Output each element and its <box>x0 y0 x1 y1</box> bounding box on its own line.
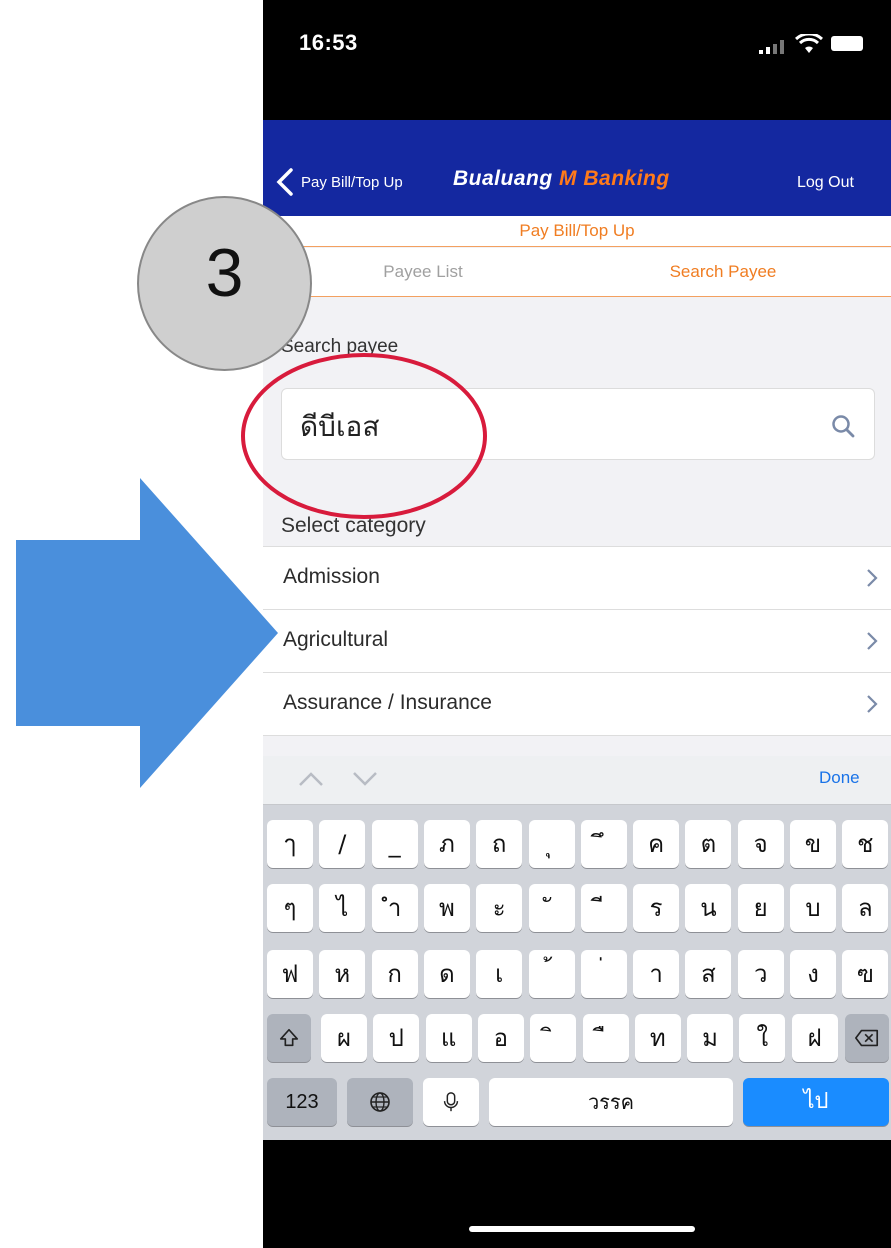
go-key[interactable]: ไป <box>743 1078 889 1126</box>
key-row4-0[interactable]: ผ <box>321 1014 367 1062</box>
key-row2-9[interactable]: ย <box>737 884 784 932</box>
logo-text-bualuang: Bualuang <box>453 167 560 190</box>
chevron-right-icon <box>867 632 878 650</box>
key-row3-7[interactable]: า <box>633 950 680 998</box>
step-number: 3 <box>205 235 244 311</box>
backspace-key[interactable] <box>845 1014 889 1062</box>
chevron-right-icon <box>867 695 878 713</box>
status-time: 16:53 <box>299 30 358 55</box>
page-title: Pay Bill/Top Up <box>263 216 891 247</box>
key-row4-9[interactable]: ฝ <box>791 1014 838 1062</box>
key-row1-10[interactable]: ข <box>790 820 836 868</box>
category-item-label: Agricultural <box>283 628 389 651</box>
search-icon[interactable] <box>830 413 856 439</box>
wifi-icon <box>795 34 823 53</box>
key-row4-8[interactable]: ใ <box>739 1014 786 1062</box>
key-row4-5[interactable]: ื <box>582 1014 629 1062</box>
key-row1-3[interactable]: ภ <box>423 820 470 868</box>
key-row4-7[interactable]: ม <box>687 1014 734 1062</box>
shift-key[interactable] <box>267 1014 311 1062</box>
logout-button[interactable]: Log Out <box>797 174 854 192</box>
shift-arrow-icon <box>279 1028 299 1047</box>
key-row1-6[interactable]: ึ <box>580 820 627 868</box>
category-list: Admission Agricultural Assurance / Insur… <box>263 546 891 736</box>
key-row3-2[interactable]: ก <box>371 950 418 998</box>
key-row3-5[interactable]: ้ <box>528 950 575 998</box>
key-row2-4[interactable]: ะ <box>476 884 523 932</box>
key-row3-11[interactable]: ฃ <box>842 950 889 998</box>
chevron-left-icon <box>276 168 293 196</box>
status-bar: 16:53 <box>263 0 891 120</box>
key-row1-8[interactable]: ต <box>685 820 732 868</box>
key-row3-0[interactable]: ฟ <box>267 950 313 998</box>
key-row2-0[interactable]: ๆ <box>267 884 313 932</box>
backspace-icon <box>855 1029 879 1047</box>
logo-text-banking: Banking <box>577 167 670 190</box>
key-row1-9[interactable]: จ <box>737 820 784 868</box>
phone-screen: 16:53 Pay Bill/Top Up Bualuang M Banking… <box>263 0 891 1248</box>
key-row2-10[interactable]: บ <box>790 884 836 932</box>
highlight-ellipse-annotation <box>241 353 487 519</box>
chevron-down-icon[interactable] <box>351 770 379 788</box>
category-item-assurance-insurance[interactable]: Assurance / Insurance <box>263 673 891 736</box>
key-row1-5[interactable]: ุ <box>528 820 575 868</box>
key-row1-4[interactable]: ถ <box>476 820 523 868</box>
thai-keyboard: Done 123 วรรค ไป ๅ/_ภถุึคตจขชๆไำพะัีรนยบ… <box>263 756 891 1140</box>
tab-bar: Payee List Search Payee <box>263 248 891 297</box>
keyboard-toolbar: Done <box>263 756 891 805</box>
key-row1-7[interactable]: ค <box>633 820 680 868</box>
tab-payee-list[interactable]: Payee List <box>273 248 573 296</box>
category-item-agricultural[interactable]: Agricultural <box>263 610 891 673</box>
step-number-badge: 3 <box>137 196 312 371</box>
app-nav-bar: Pay Bill/Top Up Bualuang M Banking Log O… <box>263 120 891 216</box>
key-row3-3[interactable]: ด <box>423 950 470 998</box>
key-row2-11[interactable]: ล <box>842 884 889 932</box>
key-row1-11[interactable]: ช <box>842 820 889 868</box>
key-row3-9[interactable]: ว <box>737 950 784 998</box>
key-row2-3[interactable]: พ <box>423 884 470 932</box>
key-row2-8[interactable]: น <box>685 884 732 932</box>
tab-search-payee[interactable]: Search Payee <box>573 248 873 296</box>
key-row1-2[interactable]: _ <box>371 820 418 868</box>
chevron-up-icon[interactable] <box>297 770 325 788</box>
category-item-admission[interactable]: Admission <box>263 547 891 610</box>
key-row4-6[interactable]: ท <box>634 1014 681 1062</box>
bualuang-mbanking-logo: Bualuang M Banking <box>453 167 670 191</box>
chevron-right-icon <box>867 569 878 587</box>
space-key[interactable]: วรรค <box>489 1078 733 1126</box>
numbers-key[interactable]: 123 <box>267 1078 337 1126</box>
key-row1-0[interactable]: ๅ <box>267 820 313 868</box>
category-item-label: Admission <box>283 565 380 588</box>
key-row1-1[interactable]: / <box>319 820 366 868</box>
key-row3-6[interactable]: ่ <box>580 950 627 998</box>
globe-icon <box>370 1092 390 1112</box>
blue-arrow-annotation <box>16 478 278 788</box>
category-item-label: Assurance / Insurance <box>283 691 492 714</box>
back-button-label: Pay Bill/Top Up <box>301 173 403 191</box>
battery-icon <box>831 36 863 51</box>
key-row3-4[interactable]: เ <box>476 950 523 998</box>
key-row2-2[interactable]: ำ <box>371 884 418 932</box>
key-row3-8[interactable]: ส <box>685 950 732 998</box>
key-row4-2[interactable]: แ <box>425 1014 472 1062</box>
key-row3-1[interactable]: ห <box>319 950 366 998</box>
key-row2-7[interactable]: ร <box>633 884 680 932</box>
globe-key[interactable] <box>347 1078 413 1126</box>
done-button[interactable]: Done <box>819 768 860 788</box>
key-row2-6[interactable]: ี <box>580 884 627 932</box>
cellular-signal-icon <box>759 40 784 54</box>
back-button[interactable]: Pay Bill/Top Up <box>275 164 403 200</box>
key-row4-4[interactable]: ิ <box>530 1014 577 1062</box>
key-row4-3[interactable]: อ <box>477 1014 524 1062</box>
logo-text-m: M <box>559 167 578 190</box>
home-indicator <box>469 1226 695 1232</box>
key-row4-1[interactable]: ป <box>373 1014 420 1062</box>
key-row2-5[interactable]: ั <box>528 884 575 932</box>
key-row2-1[interactable]: ไ <box>319 884 366 932</box>
microphone-key[interactable] <box>423 1078 479 1126</box>
key-row3-10[interactable]: ง <box>790 950 836 998</box>
microphone-icon <box>443 1092 459 1112</box>
